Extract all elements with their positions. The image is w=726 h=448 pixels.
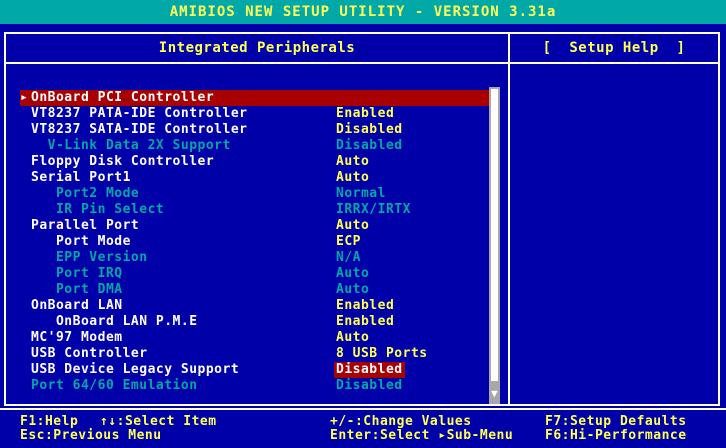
header-divider	[6, 62, 718, 64]
setting-label: V-Link Data 2X Support	[31, 138, 231, 153]
setting-row[interactable]: Port DMA Auto	[20, 282, 494, 298]
setting-row[interactable]: Serial Port1 Auto	[20, 170, 494, 186]
setting-row[interactable]: IR Pin Select IRRX/IRTX	[20, 202, 494, 218]
scroll-down-arrow-icon[interactable]: ▼	[489, 386, 500, 402]
setting-row[interactable]: Port 64/60 Emulation Disabled	[20, 378, 494, 394]
setting-row[interactable]: USB Controller 8 USB Ports	[20, 346, 494, 362]
setting-row[interactable]: EPP Version N/A	[20, 250, 494, 266]
hi-performance-key: F6:Hi-Performance	[545, 428, 687, 443]
setting-row[interactable]: Port Mode ECP	[20, 234, 494, 250]
setting-value[interactable]: ECP	[336, 234, 361, 250]
setting-label: EPP Version	[31, 250, 148, 265]
setting-value[interactable]: Enabled	[336, 106, 394, 122]
setting-label: Port DMA	[31, 282, 123, 297]
setting-row[interactable]: VT8237 PATA-IDE Controller Enabled	[20, 106, 494, 122]
setting-value[interactable]: N/A	[336, 250, 361, 266]
title-bar: AMIBIOS NEW SETUP UTILITY - VERSION 3.31…	[0, 0, 726, 24]
setting-value[interactable]: Disabled	[336, 378, 403, 394]
previous-menu-key: Esc:Previous Menu	[20, 428, 162, 443]
setting-row[interactable]: Floppy Disk Controller Auto	[20, 154, 494, 170]
setting-row[interactable]: USB Device Legacy Support Disabled	[20, 362, 494, 378]
setting-label: VT8237 PATA-IDE Controller	[31, 106, 248, 121]
setting-label: OnBoard LAN	[31, 298, 123, 313]
setting-label: Port IRQ	[31, 266, 123, 281]
app-title: AMIBIOS NEW SETUP UTILITY - VERSION 3.31…	[169, 4, 557, 20]
setting-row[interactable]: Port2 Mode Normal	[20, 186, 494, 202]
setting-label: IR Pin Select	[31, 202, 165, 217]
section-title: Integrated Peripherals	[158, 40, 356, 56]
setting-value[interactable]: Auto	[336, 218, 369, 234]
setting-label: USB Controller	[31, 346, 148, 361]
submenu-pointer-icon: ▸	[20, 90, 29, 105]
setup-help-title: [ Setup Help ]	[542, 40, 686, 56]
setting-label: Parallel Port	[31, 218, 140, 233]
setting-value[interactable]: Enabled	[336, 298, 394, 314]
setting-row[interactable]: VT8237 SATA-IDE Controller Disabled	[20, 122, 494, 138]
setting-label: Port2 Mode	[31, 186, 140, 201]
setting-value[interactable]: 8 USB Ports	[336, 346, 428, 362]
setting-row[interactable]: ▸ OnBoard PCI Controller	[20, 90, 494, 106]
setting-value[interactable]: Disabled	[336, 138, 403, 154]
setting-value[interactable]: Auto	[336, 266, 369, 282]
setting-value[interactable]: Disabled	[336, 122, 403, 138]
setting-label: USB Device Legacy Support	[31, 362, 240, 377]
setting-label: OnBoard PCI Controller	[31, 90, 215, 105]
footer-key-help: F1:Help ↑↓:Select Item +/-:Change Values…	[0, 408, 726, 448]
setting-value[interactable]: Auto	[336, 330, 369, 346]
setting-value[interactable]: Disabled	[334, 362, 405, 378]
setting-row[interactable]: V-Link Data 2X Support Disabled	[20, 138, 494, 154]
setting-value[interactable]: Auto	[336, 170, 369, 186]
setting-row[interactable]: OnBoard LAN P.M.E Enabled	[20, 314, 494, 330]
setting-label: MC'97 Modem	[31, 330, 123, 345]
column-divider	[508, 34, 510, 404]
setting-label: Port 64/60 Emulation	[31, 378, 198, 393]
setting-label: Serial Port1	[31, 170, 131, 185]
setting-row[interactable]: MC'97 Modem Auto	[20, 330, 494, 346]
select-submenu-key: Enter:Select ▸Sub-Menu	[330, 428, 514, 443]
setting-value[interactable]: Auto	[336, 154, 369, 170]
setting-label: VT8237 SATA-IDE Controller	[31, 122, 248, 137]
setting-row[interactable]: Port IRQ Auto	[20, 266, 494, 282]
scrollbar-thumb[interactable]	[491, 89, 498, 381]
setting-value[interactable]: Enabled	[336, 314, 394, 330]
settings-list: ▸ OnBoard PCI Controller VT8237 PATA-IDE C…	[20, 90, 494, 394]
setting-label: Floppy Disk Controller	[31, 154, 215, 169]
setting-row[interactable]: OnBoard LAN Enabled	[20, 298, 494, 314]
setting-row[interactable]: Parallel Port Auto	[20, 218, 494, 234]
setting-value[interactable]: IRRX/IRTX	[336, 202, 411, 218]
setting-label: OnBoard LAN P.M.E	[31, 314, 198, 329]
setting-value[interactable]: Auto	[336, 282, 369, 298]
setting-label: Port Mode	[31, 234, 131, 249]
setting-value[interactable]: Normal	[336, 186, 386, 202]
